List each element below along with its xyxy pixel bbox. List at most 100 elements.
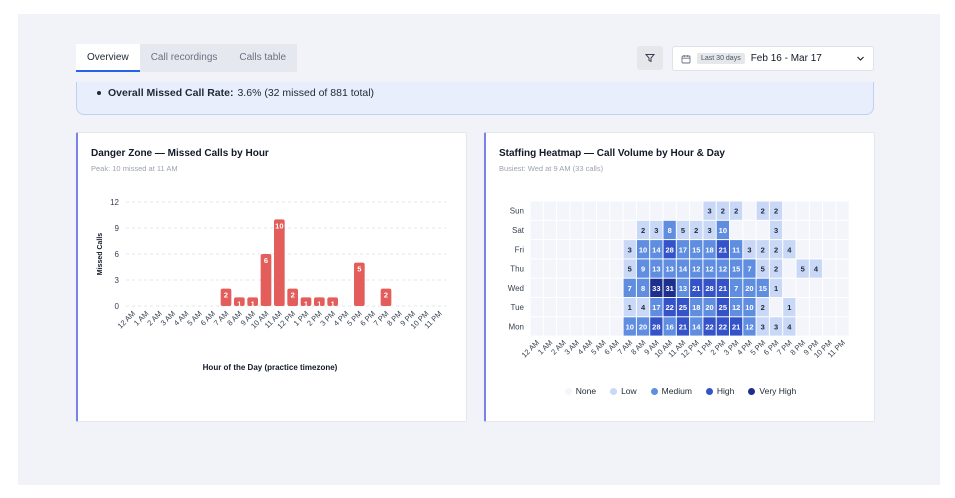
heat-cell[interactable] <box>610 220 623 240</box>
heat-cell[interactable] <box>783 220 796 240</box>
heat-cell[interactable] <box>809 220 823 240</box>
heat-cell[interactable] <box>743 201 756 220</box>
heat-cell[interactable] <box>796 220 809 240</box>
heat-cell[interactable] <box>623 220 636 240</box>
bar-11-am[interactable] <box>274 219 285 306</box>
heat-cell[interactable] <box>836 240 849 259</box>
heat-cell[interactable] <box>676 201 690 220</box>
heat-cell[interactable] <box>557 278 570 297</box>
heat-cell[interactable] <box>583 259 596 278</box>
heat-cell[interactable] <box>557 220 570 240</box>
heat-cell[interactable] <box>623 201 636 220</box>
heat-cell[interactable] <box>597 220 610 240</box>
heat-cell[interactable] <box>543 259 557 278</box>
heat-cell[interactable] <box>743 220 756 240</box>
heat-cell[interactable] <box>610 317 623 336</box>
heat-cell[interactable] <box>783 259 796 278</box>
heat-cell[interactable] <box>543 278 557 297</box>
heat-cell[interactable] <box>597 298 610 317</box>
heat-cell[interactable] <box>570 259 583 278</box>
heat-cell[interactable] <box>557 240 570 259</box>
heat-cell[interactable] <box>570 201 583 220</box>
tab-call-recordings[interactable]: Call recordings <box>139 44 229 72</box>
tab-overview[interactable]: Overview <box>76 44 140 72</box>
heat-cell[interactable] <box>823 201 836 220</box>
heat-cell[interactable] <box>823 278 836 297</box>
heat-cell[interactable] <box>597 317 610 336</box>
heat-cell[interactable] <box>570 278 583 297</box>
heat-cell[interactable] <box>597 201 610 220</box>
heat-cell[interactable] <box>583 201 596 220</box>
heat-cell[interactable] <box>756 220 769 240</box>
heat-cell[interactable] <box>823 240 836 259</box>
heat-cell[interactable] <box>583 298 596 317</box>
heat-cell[interactable] <box>557 201 570 220</box>
heat-cell[interactable] <box>836 298 849 317</box>
heat-cell[interactable] <box>610 201 623 220</box>
heat-cell[interactable] <box>796 278 809 297</box>
heat-cell[interactable] <box>783 278 796 297</box>
heat-cell[interactable] <box>836 278 849 297</box>
heat-cell[interactable] <box>570 317 583 336</box>
heat-cell[interactable] <box>583 278 596 297</box>
heat-cell[interactable] <box>597 240 610 259</box>
heat-cell[interactable] <box>597 278 610 297</box>
heat-cell[interactable] <box>809 201 823 220</box>
heat-cell[interactable] <box>597 259 610 278</box>
heat-cell[interactable] <box>530 240 543 259</box>
heat-cell[interactable] <box>583 240 596 259</box>
heat-cell[interactable] <box>583 220 596 240</box>
date-range-picker[interactable]: Last 30 days Feb 16 - Mar 17 <box>672 46 874 71</box>
heat-cell[interactable] <box>690 201 703 220</box>
heat-cell[interactable] <box>530 298 543 317</box>
heat-cell[interactable] <box>543 298 557 317</box>
heat-cell-value: 12 <box>732 303 740 312</box>
heat-cell[interactable] <box>809 278 823 297</box>
heat-cell[interactable] <box>809 317 823 336</box>
heat-cell[interactable] <box>823 259 836 278</box>
heat-cell[interactable] <box>557 298 570 317</box>
heat-cell[interactable] <box>610 298 623 317</box>
heat-cell[interactable] <box>530 317 543 336</box>
heat-cell[interactable] <box>809 298 823 317</box>
filter-button[interactable] <box>637 46 663 70</box>
heat-cell[interactable] <box>543 317 557 336</box>
heat-cell[interactable] <box>530 278 543 297</box>
heat-cell-value: 10 <box>719 226 727 235</box>
heat-cell[interactable] <box>796 201 809 220</box>
heat-cell[interactable] <box>610 240 623 259</box>
heat-cell[interactable] <box>836 201 849 220</box>
heat-cell[interactable] <box>836 259 849 278</box>
heat-cell[interactable] <box>583 317 596 336</box>
heat-cell[interactable] <box>570 220 583 240</box>
heat-cell[interactable] <box>570 240 583 259</box>
heat-cell[interactable] <box>610 278 623 297</box>
heat-cell[interactable] <box>730 220 743 240</box>
heat-cell[interactable] <box>796 317 809 336</box>
heat-cell[interactable] <box>636 201 650 220</box>
heat-cell[interactable] <box>796 298 809 317</box>
heat-cell[interactable] <box>823 220 836 240</box>
heat-cell[interactable] <box>823 298 836 317</box>
heat-cell[interactable] <box>783 201 796 220</box>
tab-calls-table[interactable]: Calls table <box>228 44 298 72</box>
heat-cell[interactable] <box>809 240 823 259</box>
heat-cell[interactable] <box>530 220 543 240</box>
heat-cell[interactable] <box>530 259 543 278</box>
heat-cell[interactable] <box>769 298 783 317</box>
filter-icon <box>645 54 655 63</box>
heat-cell[interactable] <box>557 259 570 278</box>
heat-cell[interactable] <box>557 317 570 336</box>
heat-cell[interactable] <box>610 259 623 278</box>
heat-cell[interactable] <box>543 201 557 220</box>
heat-cell[interactable] <box>663 201 676 220</box>
heat-cell[interactable] <box>823 317 836 336</box>
heat-cell[interactable] <box>650 201 663 220</box>
heat-cell[interactable] <box>836 220 849 240</box>
heat-cell[interactable] <box>530 201 543 220</box>
heat-cell[interactable] <box>570 298 583 317</box>
heat-cell[interactable] <box>543 220 557 240</box>
heat-cell[interactable] <box>543 240 557 259</box>
heat-cell[interactable] <box>796 240 809 259</box>
heat-cell[interactable] <box>836 317 849 336</box>
